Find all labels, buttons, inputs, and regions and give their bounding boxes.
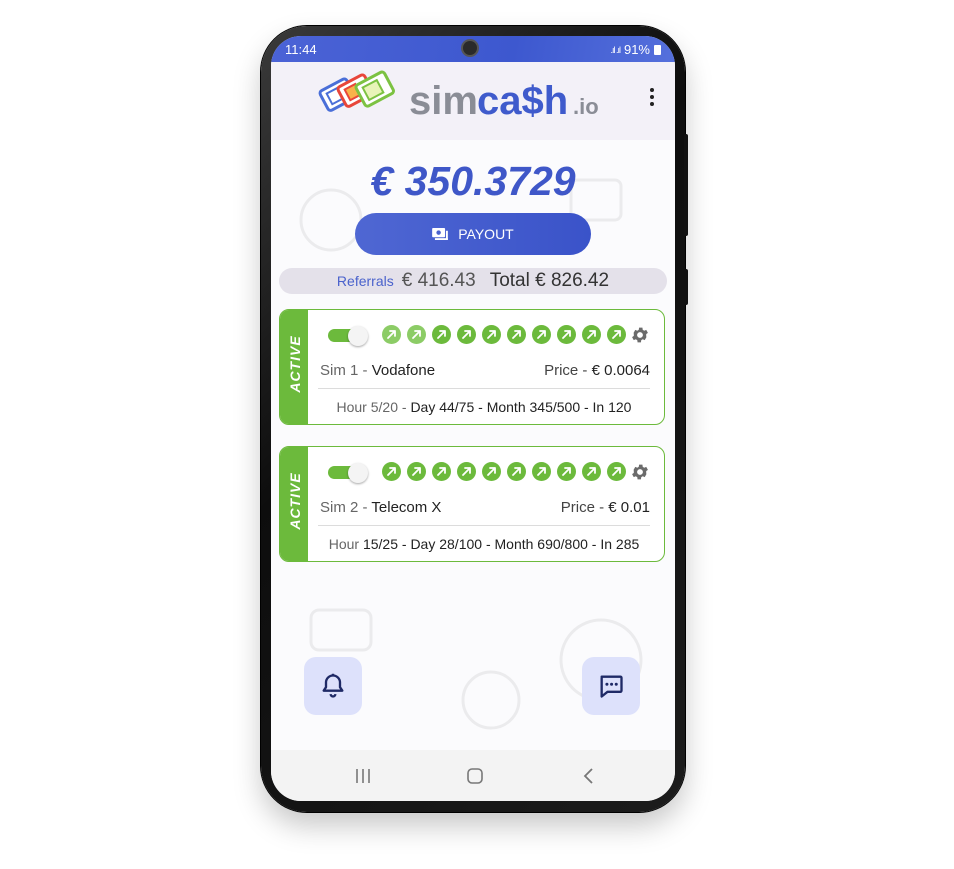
payout-label: PAYOUT [458, 226, 514, 242]
volume-button [684, 269, 688, 305]
referrals-amount: € 416.43 [401, 270, 476, 291]
boost-arrow-icon[interactable] [582, 462, 601, 481]
notifications-button[interactable] [304, 657, 362, 715]
app-screen: 11:44 .ıl .ıl 91% sim ca$h .io € 350.372… [271, 36, 675, 801]
app-header: sim ca$h .io [271, 62, 675, 140]
sim-enable-toggle[interactable] [328, 463, 368, 483]
boost-arrow-icon[interactable] [557, 325, 576, 344]
sim-card: ACTIVE Sim 1 - Vodafone Price - € 0.0064… [279, 309, 665, 425]
card-divider [318, 525, 650, 526]
sim-enable-toggle[interactable] [328, 326, 368, 346]
phone-frame: 11:44 .ıl .ıl 91% sim ca$h .io € 350.372… [261, 26, 688, 812]
boost-arrow-icon[interactable] [607, 325, 626, 344]
price-label: Price - [544, 362, 592, 379]
sim-label: Sim 2 - [320, 499, 372, 516]
boost-arrow-icon[interactable] [582, 325, 601, 344]
payout-button[interactable]: PAYOUT [355, 213, 591, 255]
sim-carrier: Vodafone [371, 362, 436, 379]
system-nav-bar [271, 750, 675, 801]
sim-price: Price - € 0.0064 [544, 362, 650, 379]
limits-hour: Hour 5/20 - [336, 399, 411, 415]
boost-arrow-icon[interactable] [507, 462, 526, 481]
home-icon[interactable] [465, 766, 485, 786]
signal-icon: .ıl .ıl [610, 44, 620, 55]
boost-arrow-icon[interactable] [382, 325, 401, 344]
referrals-link[interactable]: Referrals [337, 273, 394, 289]
status-bar: 11:44 .ıl .ıl 91% [271, 36, 675, 62]
boost-arrow-icon[interactable] [482, 462, 501, 481]
boost-arrow-icon[interactable] [432, 462, 451, 481]
bell-icon [322, 673, 344, 698]
sim-card-body: Sim 2 - Telecom X Price - € 0.01 Hour 15… [318, 447, 656, 561]
logo-text-sim: sim [409, 79, 478, 123]
more-vertical-icon[interactable] [647, 86, 657, 112]
boost-arrow-icon[interactable] [532, 462, 551, 481]
chat-icon [600, 675, 623, 698]
sim-info-row: Sim 1 - Vodafone Price - € 0.0064 [320, 362, 650, 379]
sim-limits: Hour 15/25 - Day 28/100 - Month 690/800 … [318, 536, 650, 552]
boost-arrow-icon[interactable] [507, 325, 526, 344]
boost-arrow-icon[interactable] [382, 462, 401, 481]
sim-info-row: Sim 2 - Telecom X Price - € 0.01 [320, 499, 650, 516]
battery-icon [654, 44, 661, 55]
logo-text-cash: ca$h [477, 79, 568, 123]
balance-amount: € 350.3729 [370, 158, 576, 204]
limits-rest: Day 44/75 - Month 345/500 - In 120 [410, 399, 632, 415]
total-amount: Total € 826.42 [489, 270, 610, 291]
chat-button[interactable] [582, 657, 640, 715]
boost-arrow-icon[interactable] [607, 462, 626, 481]
back-icon[interactable] [579, 766, 599, 786]
price-value: € 0.01 [608, 499, 650, 516]
boost-arrow-icon[interactable] [407, 462, 426, 481]
status-badge: ACTIVE [280, 310, 308, 424]
boost-arrow-icon[interactable] [457, 325, 476, 344]
sim-card-body: Sim 1 - Vodafone Price - € 0.0064 Hour 5… [318, 310, 656, 424]
boost-arrow-icon[interactable] [482, 325, 501, 344]
app-logo: sim ca$h .io [311, 70, 611, 137]
front-camera [463, 41, 477, 55]
status-badge: ACTIVE [280, 447, 308, 561]
price-value: € 0.0064 [591, 362, 650, 379]
status-indicators: .ıl .ıl 91% [610, 42, 661, 57]
cash-icon [432, 228, 449, 240]
limits-hour: Hour [328, 536, 363, 552]
simcash-logo: sim ca$h .io [318, 70, 599, 123]
boost-arrow-icon[interactable] [557, 462, 576, 481]
limits-rest: 15/25 - Day 28/100 - Month 690/800 - In … [362, 536, 640, 552]
recents-icon[interactable] [353, 766, 373, 786]
sim-price: Price - € 0.01 [561, 499, 650, 516]
gear-icon[interactable] [630, 325, 650, 345]
battery-percent: 91% [623, 42, 650, 57]
logo-text-io: .io [573, 94, 599, 119]
boost-arrow-icon[interactable] [432, 325, 451, 344]
sim-limits: Hour 5/20 - Day 44/75 - Month 345/500 - … [318, 399, 650, 415]
sim-carrier: Telecom X [371, 499, 442, 516]
boost-buttons [382, 325, 626, 344]
referrals-bar: Referrals € 416.43 Total € 826.42 [279, 268, 667, 294]
price-label: Price - [560, 499, 609, 516]
sim-cards-icon [318, 70, 395, 112]
boost-buttons [382, 462, 626, 481]
status-time: 11:44 [285, 42, 317, 57]
status-badge-label: ACTIVE [287, 335, 303, 393]
gear-icon[interactable] [630, 462, 650, 482]
status-badge-label: ACTIVE [287, 472, 303, 530]
boost-arrow-icon[interactable] [407, 325, 426, 344]
card-divider [318, 388, 650, 389]
sim-card: ACTIVE Sim 2 - Telecom X Price - € 0.01 … [279, 446, 665, 562]
boost-arrow-icon[interactable] [532, 325, 551, 344]
power-button [684, 134, 688, 236]
boost-arrow-icon[interactable] [457, 462, 476, 481]
sim-label: Sim 1 - [320, 362, 372, 379]
